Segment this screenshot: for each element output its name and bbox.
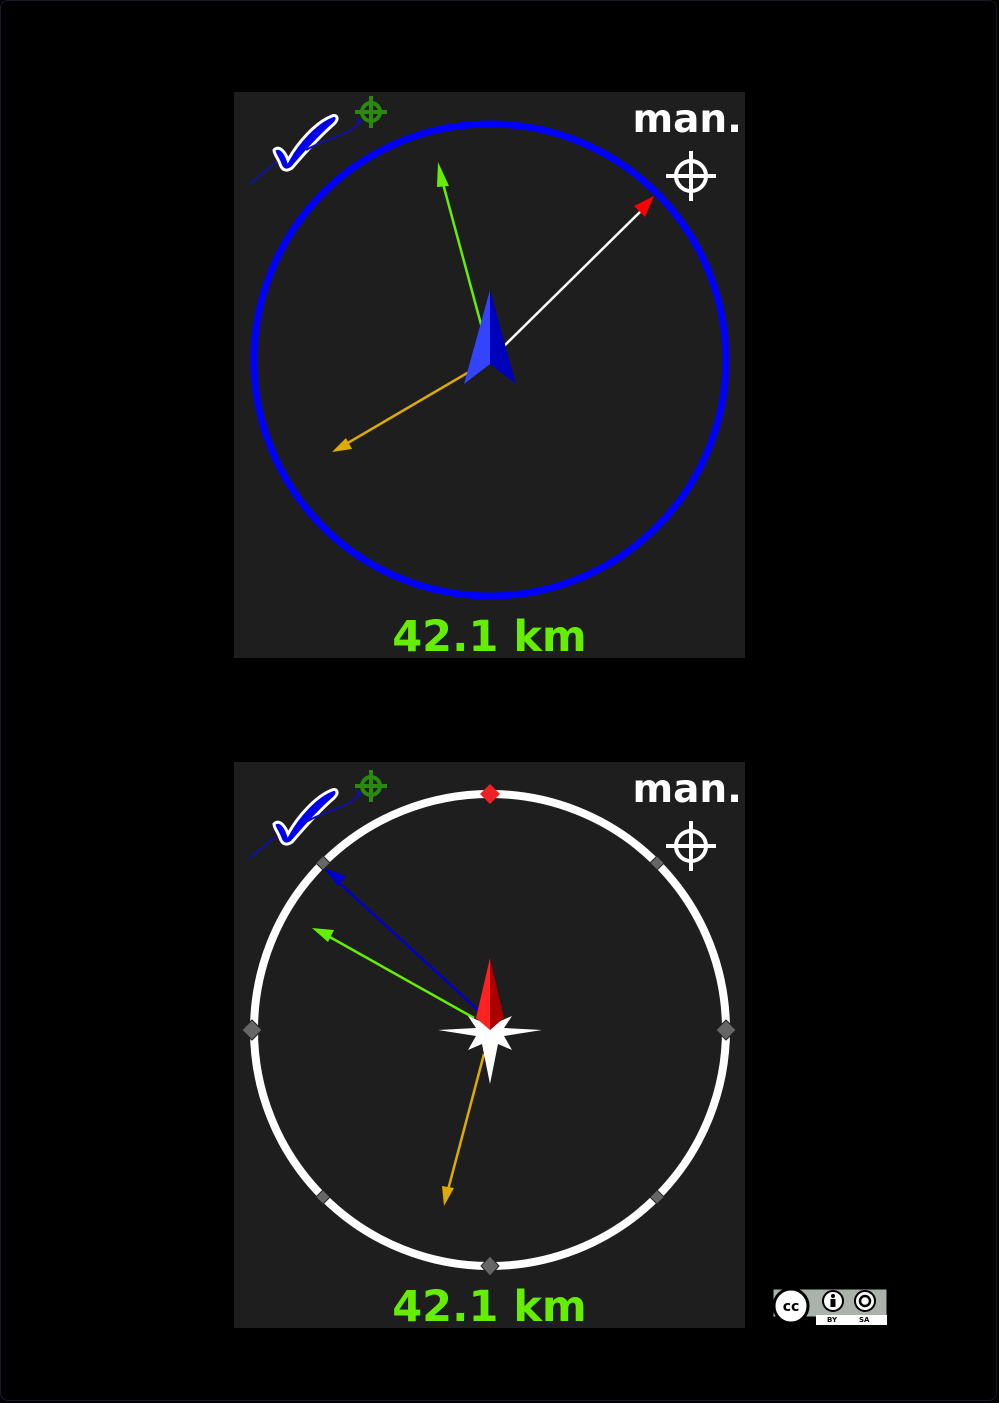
- green-arrow: [312, 928, 475, 1020]
- crosshair-icon[interactable]: [666, 151, 716, 201]
- cc-text: cc: [783, 1299, 800, 1315]
- sa-share-alike-icon: [854, 1290, 876, 1312]
- orange-arrow: [332, 360, 487, 452]
- mode-label[interactable]: man.: [632, 98, 742, 142]
- cc-by-sa-license-badge[interactable]: cc BY SA: [772, 1287, 888, 1327]
- north-marker-icon: [480, 784, 500, 804]
- compass-graphic-bottom: [241, 770, 737, 1277]
- compass-graphic-top: [249, 96, 730, 600]
- distance-readout: 42.1 km: [392, 1282, 587, 1332]
- blue-arrow: [324, 868, 479, 1011]
- green-arrow: [437, 162, 484, 329]
- sa-label: SA: [859, 1316, 870, 1324]
- cc-logo-icon: cc: [772, 1287, 810, 1325]
- by-label: BY: [827, 1316, 838, 1324]
- orange-arrow: [442, 1053, 486, 1206]
- crosshair-icon[interactable]: [666, 821, 716, 871]
- mode-label[interactable]: man.: [632, 768, 742, 812]
- compass-panel-bottom: man. 42.1 km: [234, 762, 745, 1332]
- red-north-needle-icon: [476, 958, 504, 1030]
- compass-panel-top: man. 42.1 km: [234, 92, 745, 662]
- distance-readout: 42.1 km: [392, 612, 587, 662]
- red-arrow: [501, 196, 654, 349]
- by-attribution-icon: [822, 1290, 844, 1312]
- blue-direction-arrow-icon: [464, 290, 516, 384]
- gps-target-icon: [355, 770, 387, 802]
